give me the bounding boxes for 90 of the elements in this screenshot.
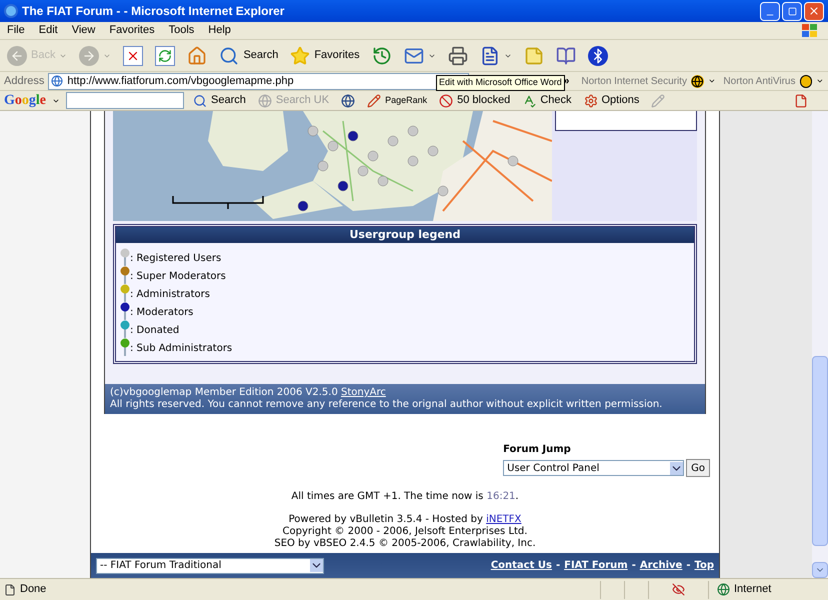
separator: - [556, 559, 560, 573]
menu-item[interactable]: Edit [32, 22, 65, 39]
seo-text: SEO by vBSEO 2.4.5 © 2005-2006, Crawlability, Inc. [274, 538, 536, 550]
globe-icon [258, 94, 272, 108]
pin-icon [120, 248, 130, 266]
footer-link[interactable]: Top [694, 558, 714, 573]
home-icon [187, 46, 208, 66]
minimize-button[interactable] [760, 2, 780, 20]
star-icon [290, 46, 310, 66]
copyright-text: Copyright © 2000 - 2006, Jelsoft Enterprises Ltd. [282, 526, 528, 538]
go-button[interactable]: Go [686, 459, 710, 477]
bluetooth-icon [588, 46, 608, 66]
mail-icon [404, 46, 424, 66]
norton-link[interactable]: Norton Internet Security [581, 74, 687, 88]
search-icon [219, 46, 240, 66]
legend-label: : Registered Users [130, 252, 222, 266]
zone-text: Internet [734, 582, 772, 598]
rights-text: All rights reserved. You cannot remove any reference to the orignal author without explicit written permission. [110, 399, 664, 411]
time-note: All times are GMT +1. The time now is 16:21. [291, 490, 519, 504]
menu-item[interactable]: File [0, 22, 32, 39]
globe-icon [690, 74, 704, 88]
pencil-icon [651, 94, 666, 108]
forum-jump-select[interactable]: User Control Panel [503, 460, 684, 476]
word-icon [480, 46, 500, 66]
window-title: The FIAT Forum - - Microsoft Internet Explorer [22, 3, 286, 20]
google-logo[interactable]: Google [4, 90, 46, 111]
ie-icon [4, 4, 18, 18]
pin-icon [120, 266, 130, 284]
footer-link[interactable]: Archive [640, 558, 682, 573]
spellcheck-icon [522, 94, 536, 108]
legend-label: : Super Moderators [130, 270, 226, 284]
page-icon [51, 75, 64, 87]
legend-label: : Moderators [130, 306, 194, 320]
menu-item[interactable]: Help [201, 22, 238, 39]
legend-label: : Donated [130, 324, 180, 338]
menu-item[interactable]: Tools [162, 22, 202, 39]
powered-by-text: Powered by vBulletin 3.5.4 - Hosted by iNETFX [288, 514, 522, 526]
legend-label: : Sub Administrators [130, 342, 232, 356]
maximize-button[interactable] [782, 2, 802, 20]
note-icon [524, 46, 544, 66]
separator: - [686, 559, 690, 573]
legend-label: : Administrators [130, 288, 210, 302]
credits-text: (c)vbgooglemap Member Edition 2006 V2.5.0 StonyArc [110, 387, 387, 399]
pin-icon [120, 338, 130, 356]
tooltip: Edit with Microsoft Office Word [436, 75, 565, 90]
menu-item[interactable]: Favorites [102, 22, 162, 39]
pin-icon [120, 320, 130, 338]
host-link[interactable]: iNETFX [486, 514, 522, 525]
separator: - [632, 559, 636, 573]
check-button[interactable]: Check [519, 92, 574, 109]
stop-icon [123, 46, 144, 66]
legend-title: Usergroup legend [349, 226, 461, 243]
favorites-button[interactable]: Favorites [287, 42, 363, 68]
forum-jump-label: Forum Jump [503, 443, 572, 457]
windows-logo-icon [800, 22, 820, 38]
author-link[interactable]: StonyArc [341, 387, 386, 398]
options-icon [584, 94, 598, 108]
footer-link[interactable]: FIAT Forum [564, 558, 628, 573]
footer-link[interactable]: Contact Us [490, 558, 552, 573]
refresh-icon [155, 46, 176, 66]
dropdown-icon [310, 559, 323, 572]
blocked-icon [439, 94, 454, 108]
pin-icon [120, 284, 130, 302]
book-icon [556, 46, 576, 66]
history-icon [372, 46, 392, 66]
style-select[interactable]: -- FIAT Forum Traditional [96, 558, 324, 574]
options-button[interactable]: Options [580, 92, 642, 109]
menu-item[interactable]: View [64, 22, 102, 39]
caret-icon [816, 77, 824, 85]
pagerank-button[interactable]: PageRank [364, 94, 430, 108]
globe-icon [341, 94, 356, 108]
page-icon [4, 584, 16, 596]
privacy-icon [672, 583, 685, 596]
blocked-button[interactable]: 50 blocked [436, 92, 514, 109]
status-text: Done [20, 582, 48, 598]
dropdown-icon [670, 462, 684, 474]
google-search-field[interactable] [66, 92, 184, 109]
scrollbar[interactable] [812, 111, 828, 578]
close-button[interactable] [804, 2, 824, 20]
globe-icon [717, 583, 730, 596]
norton-link[interactable]: Norton AntiVirus [723, 74, 796, 88]
address-label: Address [4, 74, 44, 89]
pdf-icon [794, 94, 808, 108]
pin-icon [120, 302, 130, 320]
maximize-icon [788, 6, 796, 16]
search-button[interactable]: Search [190, 92, 249, 109]
printer-icon [448, 46, 468, 66]
search-button[interactable]: Search [216, 42, 282, 68]
close-icon [808, 5, 820, 17]
caret-icon [708, 77, 716, 85]
